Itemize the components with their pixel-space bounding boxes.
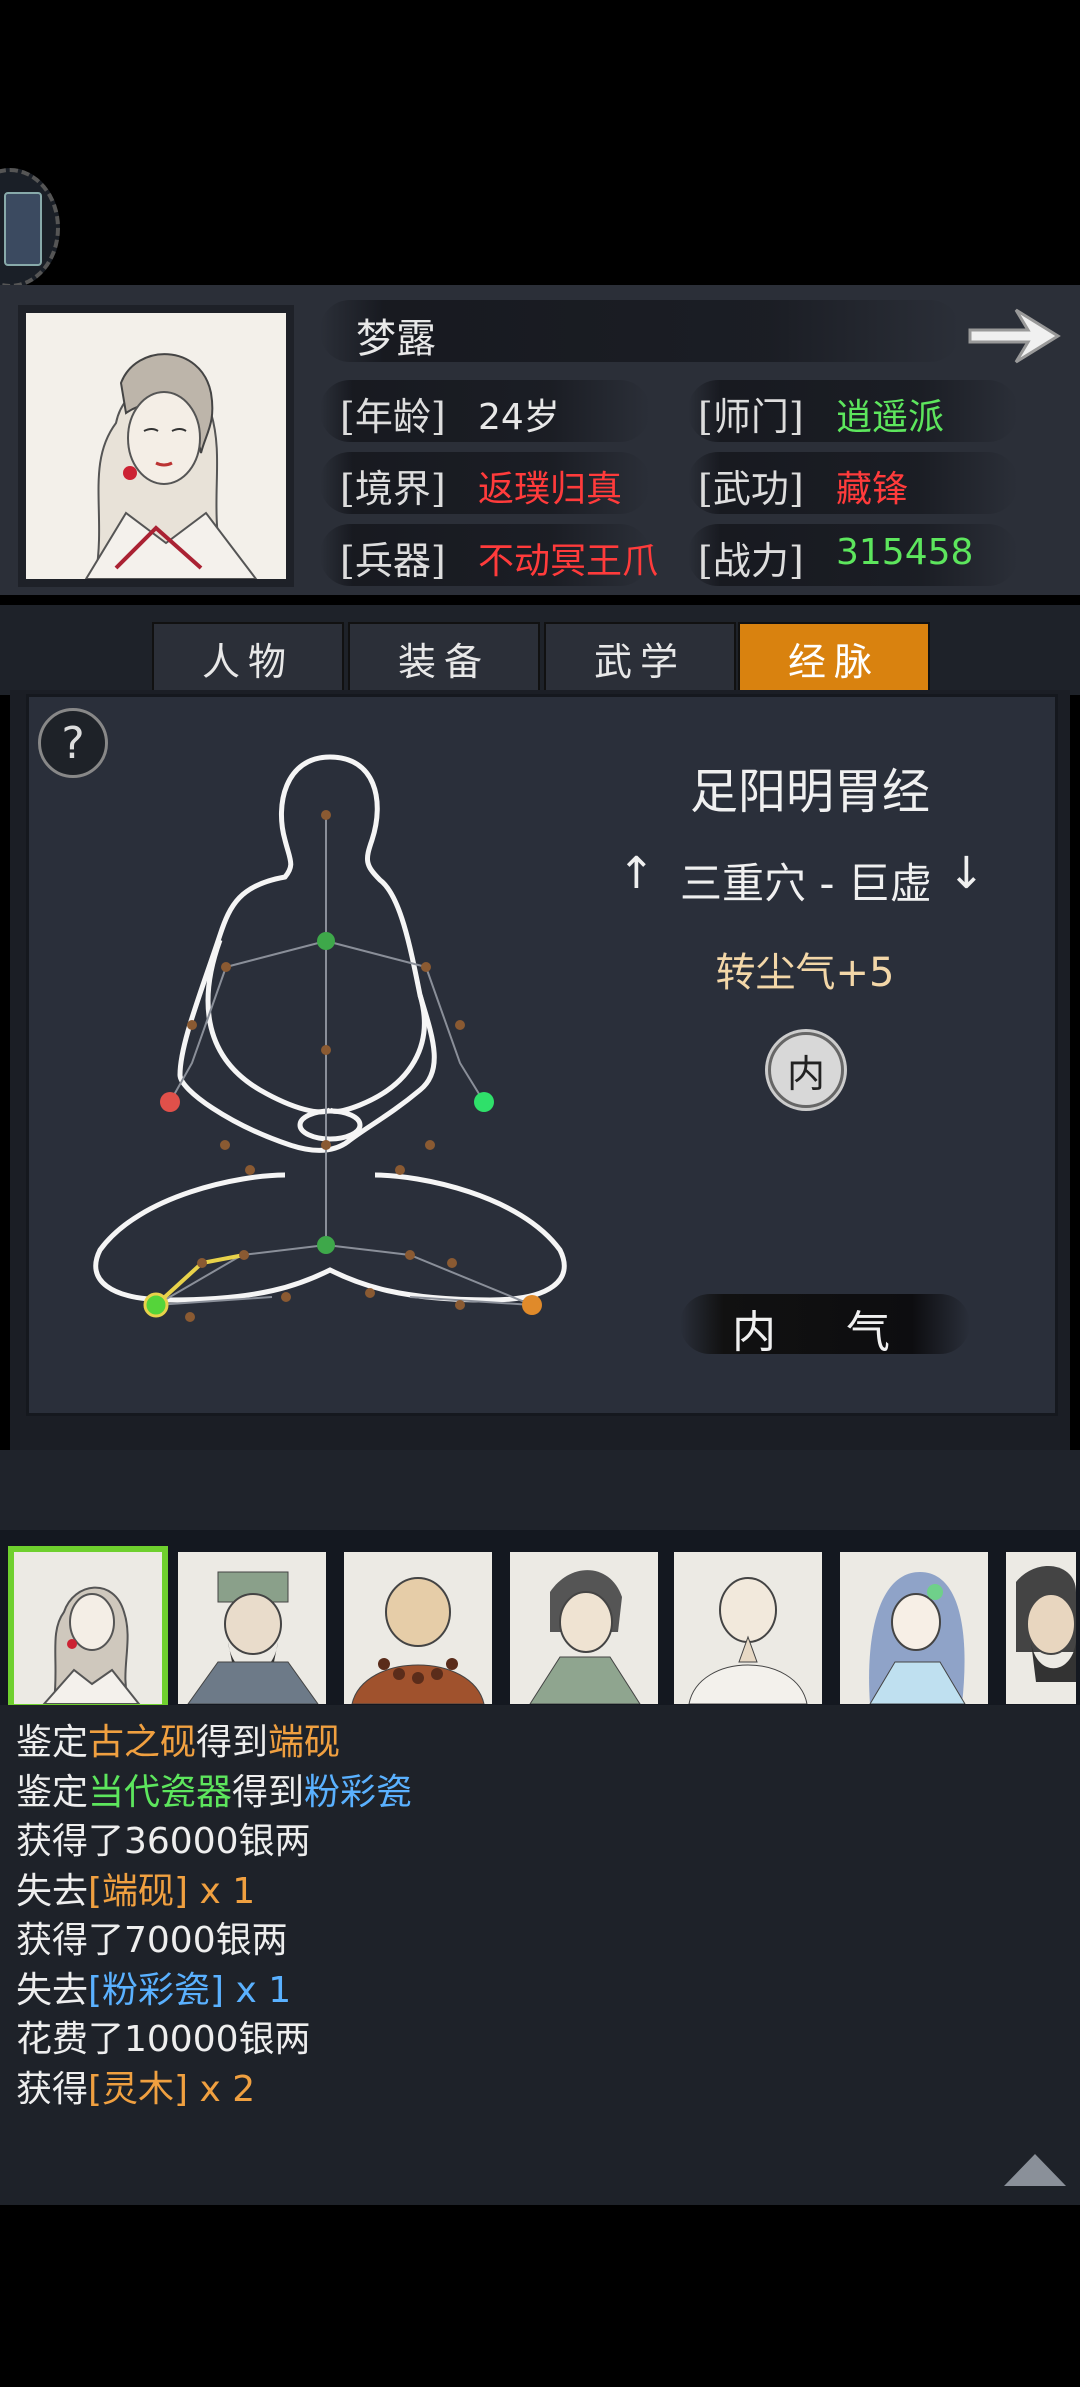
log-segment: 当代瓷器 [88,1771,233,1813]
inner-qi-button[interactable]: 内 气 [680,1290,970,1360]
age-label: [年龄] [340,395,446,439]
character-portrait [26,313,286,579]
realm-value: 返璞归真 [478,469,623,510]
log-segment: 失去 [16,1870,89,1912]
log-segment: 鉴定 [16,1771,89,1813]
sect-value: 逍遥派 [836,397,945,438]
acupoint-bonus: 转尘气+5 [715,950,895,996]
log-line: 花费了10000银两 [16,2010,311,2062]
realm-label: [境界] [340,467,446,511]
weapon-value: 不动冥王爪 [478,541,659,582]
message-log: 鉴定古之砚得到端砚 鉴定当代瓷器得到粉彩瓷 获得了36000银两 失去[端砚] x 1… [0,1705,1080,2205]
martial-art-label: [武功] [698,467,804,511]
menu-icon [4,192,42,266]
weapon-label: [兵器] [340,539,446,583]
acupoint-selector: ↑ 三重穴 - 巨虚 ↓ [618,848,998,908]
acupoint-up-arrow-icon[interactable]: ↑ [618,848,655,899]
tab-character[interactable]: 人物 [152,622,344,694]
tab-meridians[interactable]: 经脉 [738,622,930,694]
meridian-title: 足阳明胃经 [689,764,930,820]
log-segment: [灵木] x 2 [88,2068,256,2110]
log-line: 获得[灵木] x 2 [16,2060,255,2112]
log-segment: 得到 [232,1771,305,1813]
character-thumb[interactable] [178,1552,326,1704]
scroll-top-button[interactable] [1000,2150,1070,2190]
meditation-figure [93,754,567,1322]
character-name: 梦露 [356,316,436,362]
log-line: 鉴定当代瓷器得到粉彩瓷 [16,1763,412,1815]
strip-spacer [0,1450,1080,1540]
character-thumb[interactable] [674,1552,822,1704]
log-line: 获得了36000银两 [16,1812,311,1864]
log-segment: 获得 [16,2068,89,2110]
next-character-button[interactable] [966,300,1062,370]
power-value: 315458 [836,532,974,573]
character-thumb[interactable] [1006,1552,1076,1704]
log-line: 获得了7000银两 [16,1911,288,1963]
character-thumb[interactable] [344,1552,492,1704]
log-segment: 鉴定 [16,1722,89,1763]
menu-button[interactable] [0,168,60,288]
log-segment: 获得了7000银两 [16,1920,288,1961]
tab-equipment[interactable]: 装备 [348,622,540,694]
log-line: 失去[端砚] x 1 [16,1862,255,1914]
right-arrow-icon [968,308,1061,364]
inner-type-badge: 内 [768,1032,844,1108]
log-segment: 获得了36000银两 [16,1821,311,1862]
martial-art-value: 藏锋 [836,469,909,510]
acupoint-name: 三重穴 - 巨虚 [680,859,932,908]
character-thumb[interactable] [8,1546,168,1710]
sect-label: [师门] [698,395,804,439]
log-segment: 端砚 [268,1722,341,1763]
character-thumb[interactable] [510,1552,658,1704]
log-line: 鉴定古之砚得到端砚 [16,1713,340,1765]
log-segment: [端砚] x 1 [88,1870,256,1912]
log-segment: 得到 [196,1722,269,1763]
triangle-up-icon [1004,2154,1066,2186]
log-segment: 古之砚 [88,1722,197,1763]
log-segment: [粉彩瓷] x 1 [88,1969,292,2011]
power-label: [战力] [698,539,804,583]
tab-martial-arts[interactable]: 武学 [544,622,736,694]
log-segment: 失去 [16,1969,89,2011]
log-line: 失去[粉彩瓷] x 1 [16,1961,291,2013]
log-segment: 花费了10000银两 [16,2019,311,2060]
character-thumb[interactable] [840,1552,988,1704]
inner-qi-label: 内 气 [732,1307,918,1358]
acupoint-down-arrow-icon[interactable]: ↓ [948,848,985,899]
log-segment: 粉彩瓷 [304,1771,413,1813]
age-value: 24岁 [478,397,560,438]
